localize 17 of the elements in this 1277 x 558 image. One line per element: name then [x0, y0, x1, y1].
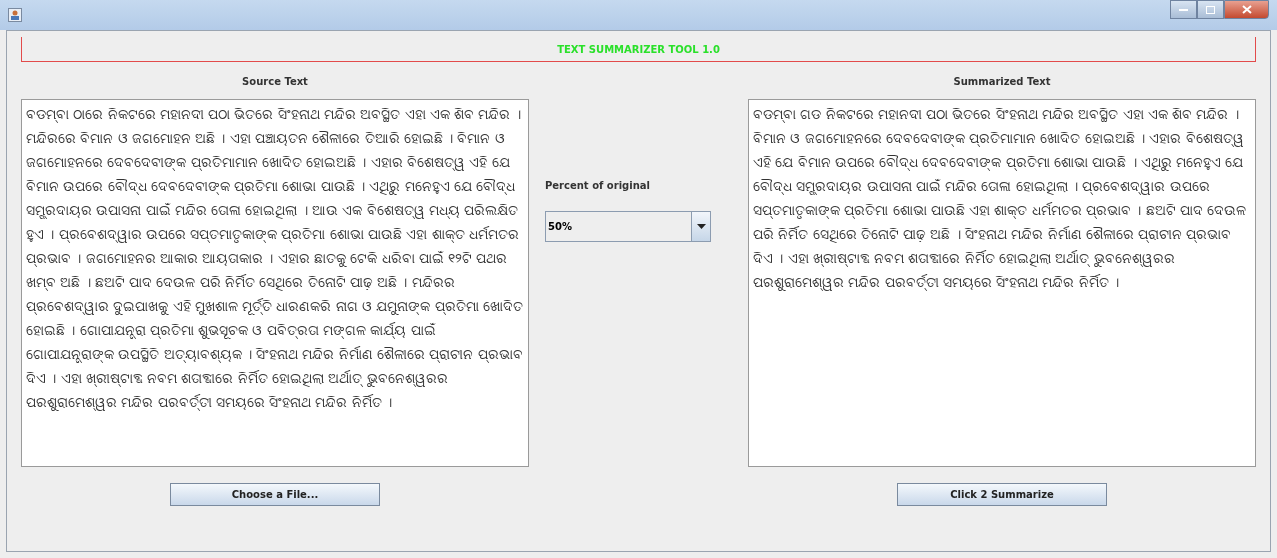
summarize-button[interactable]: Click 2 Summarize [897, 483, 1107, 506]
app-icon [8, 8, 22, 22]
close-icon [1241, 5, 1252, 14]
maximize-icon [1206, 5, 1215, 14]
minimize-icon [1179, 8, 1188, 11]
maximize-button[interactable] [1197, 0, 1224, 19]
summary-text-area[interactable]: ବଡମ୍ବା ଗଡ ନିକଟରେ ମହାନଦୀ ପଠା ଭିତରେ ସିଂହନାଥ ମନ୍ଦିର ଅବସ୍ଥିତ ଏହା ଏକ ଶିବ ମନ୍ଦିର । ବିମାନ ଓ ଜଗମୋହନରେ ଦେବଦେବୀଙ୍କ ପ୍ରତିମାମାନ ଖୋଦିତ ହୋଇଅଛି । ଏହାର ବିଶେଷତ୍ୱ ଏହି ଯେ ବିମାନ ଉପରେ ବୌଦ୍ଧ ଦେବଦେବୀଙ୍କ ପ୍ରତିମା ଶୋଭା ପାଉଛି । ଏଥିରୁ ମନେହୁଏ ଯେ ବୌଦ୍ଧ ସମ୍ପ୍ରଦାୟର ଉପାସନା ପାଇଁ ମନ୍ଦିର ତୋଳା ହୋଇଥିଲା । ପ୍ରବେଶଦ୍ୱାର ଉପରେ ସପ୍ତମାତୃକାଙ୍କ ପ୍ରତିମା ଶୋଭା ପାଉଛି ଏହା ଶାକ୍ତ ଧର୍ମମତର ପ୍ରଭାବ । ଛଅଟି ପାଦ ଦେଉଳ ପରି ନିର୍ମିତ ସେଥିରେ ତିନୋଟି ପୀଢ଼ ଅଛି । ସିଂହନାଥ ମନ୍ଦିର ନିର୍ମାଣ ଶୈଳୀରେ ପ୍ରାଚୀନ ପ୍ରଭାବ ଦିଏ । ଏହା ଖ୍ରୀଷ୍ଟାବ୍ଦ ନବମ ଶତାବ୍ଦୀରେ ନିର୍ମିତ ହୋଇଥିଲା ଅର୍ଥାତ୍ ଭୁବନେଶ୍ୱରର ପରଶୁରାମେଶ୍ୱର ମନ୍ଦିର ପରବର୍ତ୍ତୀ ସମୟରେ ସିଂହନାଥ ମନ୍ଦିର ନିର୍ମିତ । [748, 99, 1256, 467]
source-label: Source Text [242, 76, 308, 87]
percent-dropdown[interactable]: 50% [545, 211, 711, 242]
choose-file-button[interactable]: Choose a File... [170, 483, 380, 506]
summary-label: Summarized Text [953, 76, 1051, 87]
percent-label: Percent of original [545, 180, 651, 191]
close-button[interactable] [1224, 0, 1269, 19]
minimize-button[interactable] [1170, 0, 1197, 19]
source-text-area[interactable]: ବଡମ୍ବା ଠାରେ ନିକଟରେ ମହାନଦୀ ପଠା ଭିତରେ ସିଂହନାଥ ମନ୍ଦିର ଅବସ୍ଥିତ ଏହା ଏକ ଶିବ ମନ୍ଦିର । ମନ୍ଦିରରେ ବିମାନ ଓ ଜଗମୋହନ ଅଛି । ଏହା ପଞ୍ଚାୟତନ ଶୈଳୀରେ ତିଆରି ହୋଇଛି । ବିମାନ ଓ ଜଗମୋହନରେ ଦେବଦେବୀଙ୍କ ପ୍ରତିମାମାନ ଖୋଦିତ ହୋଇଅଛି । ଏହାର ବିଶେଷତ୍ୱ ଏହି ଯେ ବିମାନ ଉପରେ ବୌଦ୍ଧ ଦେବଦେବୀଙ୍କ ପ୍ରତିମା ଶୋଭା ପାଉଛି । ଏଥିରୁ ମନେହୁଏ ଯେ ବୌଦ୍ଧ ସମ୍ପ୍ରଦାୟର ଉପାସନା ପାଇଁ ମନ୍ଦିର ତୋଳା ହୋଇଥିଲା । ଆଉ ଏକ ବିଶେଷତ୍ୱ ମଧ୍ୟ ପରିଲକ୍ଷିତ ହୁଏ । ପ୍ରବେଶଦ୍ୱାର ଉପରେ ସପ୍ତମାତୃକାଙ୍କ ପ୍ରତିମା ଶୋଭା ପାଉଛି ଏହା ଶାକ୍ତ ଧର୍ମମତର ପ୍ରଭାବ । ଜଗମୋହନର ଆକାର ଆୟତାକାର । ଏହାର ଛାତକୁ ଟେକି ଧରିବା ପାଇଁ ୧୨ଟି ପଥର ଖମ୍ବ ଅଛି । ଛଅଟି ପାଦ ଦେଉଳ ପରି ନିର୍ମିତ ସେଥିରେ ତିନୋଟି ପୀଢ଼ ଅଛି । ମନ୍ଦିରର ପ୍ରବେଶଦ୍ୱାର ଦୁଇପାଖକୁ ଏହି ମୁଖଶାଳ ମୂର୍ତ୍ତି ଧାରଣକରି ନାଗ ଓ ଯମୁନାଙ୍କ ପ୍ରତିମା ଖୋଦିତ ହୋଇଛି । ଗୋପୀଯନ୍ତ୍ରା ପ୍ରତିମା ଶୁଭସୂଚକ ଓ ପବିତ୍ରତା ମଙ୍ଗଳ କାର୍ଯ୍ୟ ପାଇଁ ଗୋପୀଯନ୍ତ୍ରାଙ୍କ ଉପସ୍ଥିତି ଅତ୍ୟାବଶ୍ୟକ । ସିଂହନାଥ ମନ୍ଦିର ନିର୍ମାଣ ଶୈଳୀରେ ପ୍ରାଚୀନ ପ୍ରଭାବ ଦିଏ । ଏହା ଖ୍ରୀଷ୍ଟାବ୍ଦ ନବମ ଶତାବ୍ଦୀରେ ନିର୍ମିତ ହୋଇଥିଲା ଅର୍ଥାତ୍ ଭୁବନେଶ୍ୱରର ପରଶୁରାମେଶ୍ୱର ମନ୍ଦିର ପରବର୍ତ୍ତୀ ସମୟରେ ସିଂହନାଥ ମନ୍ଦିର ନିର୍ମିତ । [21, 99, 529, 467]
app-title: TEXT SUMMARIZER TOOL 1.0 [557, 43, 720, 55]
caret-icon [696, 224, 706, 229]
